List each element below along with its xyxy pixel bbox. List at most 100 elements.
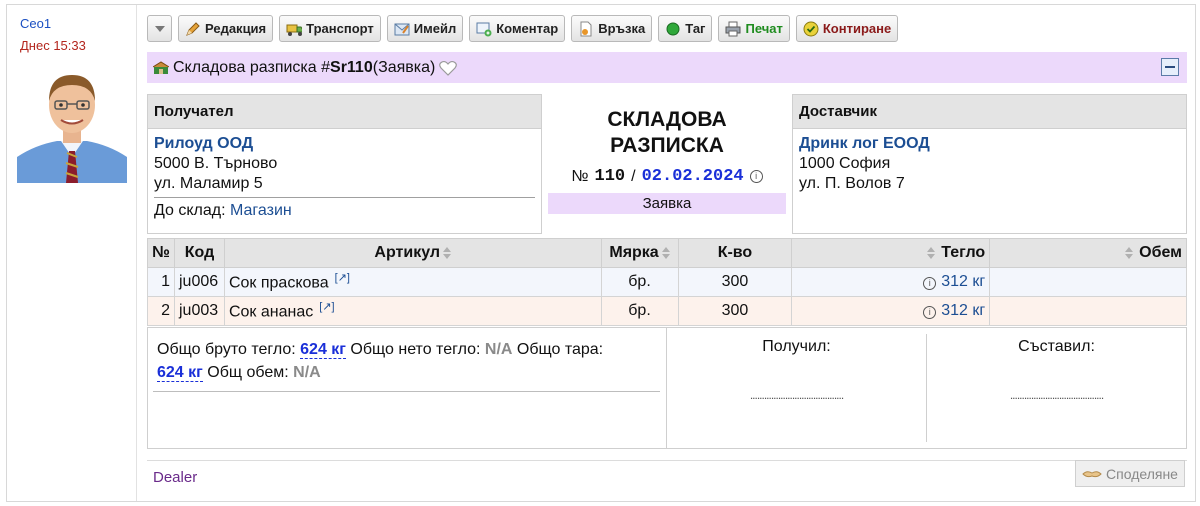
destination-store: До склад: Магазин [148, 198, 541, 220]
recipient-address2: ул. Маламир 5 [154, 175, 263, 192]
sort-icon [1125, 246, 1134, 259]
document-title-line1: СКЛАДОВА [607, 108, 727, 131]
transport-button[interactable]: Транспорт [279, 15, 381, 42]
supplier-header: Доставчик [793, 95, 1186, 129]
sort-icon [661, 246, 670, 259]
received-signature: Получил: ...............................… [667, 328, 926, 448]
col-header-unit-label: Мярка [609, 244, 659, 261]
author-name[interactable]: Ceo1 [20, 16, 51, 31]
col-header-code: Код [173, 238, 225, 268]
article-name: Сок ананас [228, 303, 314, 321]
row-no: 2 [147, 296, 175, 326]
email-icon [394, 21, 410, 37]
totals-divider [153, 391, 660, 392]
col-header-article[interactable]: Артикул [223, 238, 602, 268]
col-header-volume-label: Обем [1139, 244, 1182, 261]
weight-value: 312 кг [941, 302, 986, 319]
row-weight: i 312 кг [791, 296, 991, 326]
heart-icon[interactable] [439, 60, 458, 76]
totals-signatures-box: Общо бруто тегло: 624 кг Общо нето тегло… [147, 327, 1187, 449]
row-code: ju003 [173, 296, 225, 326]
tare-label: Общо тара: [512, 341, 604, 358]
title-code: Sr110 [330, 58, 373, 76]
info-icon[interactable]: i [923, 306, 937, 319]
row-code: ju006 [173, 267, 225, 297]
edit-button-label: Редакция [205, 21, 267, 36]
supplier-address1: 1000 София [799, 155, 891, 172]
contir-button-label: Контиране [822, 21, 892, 36]
document-header: Получател Рилоуд ООД 5000 В. Търново ул.… [147, 94, 1187, 234]
info-icon[interactable]: i [749, 170, 763, 183]
tare-value: 624 кг [157, 364, 203, 382]
printer-icon [725, 21, 741, 37]
recipient-address1: 5000 В. Търново [154, 155, 278, 172]
minus-icon [1165, 66, 1175, 68]
volume-value: N/A [293, 364, 321, 381]
totals-summary: Общо бруто тегло: 624 кг Общо нето тегло… [157, 338, 657, 384]
comment-button[interactable]: Коментар [469, 15, 566, 42]
volume-label: Общ обем: [202, 364, 294, 381]
contir-button[interactable]: Контиране [795, 15, 899, 42]
main-content: Редакция Транспорт Имейл Коментар Връзка… [147, 5, 1187, 501]
supplier-name[interactable]: Дринк лог ЕООД [793, 129, 1186, 153]
row-qty: 300 [677, 267, 793, 297]
external-link-icon[interactable]: [↗] [319, 301, 334, 313]
store-link[interactable]: Магазин [230, 202, 292, 219]
dealer-link[interactable]: Dealer [153, 469, 197, 486]
document-info: СКЛАДОВА РАЗПИСКА № 110 / 02.02.2024 i З… [542, 94, 792, 234]
document-number: 110 [594, 167, 626, 186]
gross-weight-label: Общо бруто тегло: [157, 341, 301, 358]
table-header-row: № Код Артикул Мярка К-во Тегло Обем [147, 238, 1187, 268]
article-name: Сок праскова [228, 274, 329, 292]
info-icon[interactable]: i [923, 277, 937, 290]
tag-button[interactable]: Таг [658, 15, 713, 42]
row-unit: бр. [600, 267, 679, 297]
collapse-button[interactable] [1161, 58, 1179, 76]
row-article: Сок праскова [↗] [223, 267, 602, 297]
author-panel: Ceo1 Днес 15:33 [7, 5, 137, 501]
col-header-qty: К-во [677, 238, 793, 268]
link-button-label: Връзка [598, 21, 646, 36]
tag-button-label: Таг [685, 21, 706, 36]
share-button-label: Споделяне [1106, 465, 1178, 482]
row-weight: i 312 кг [791, 267, 991, 297]
email-button[interactable]: Имейл [386, 15, 464, 42]
row-no: 1 [147, 267, 175, 297]
row-article: Сок ананас [↗] [223, 296, 602, 326]
truck-icon [286, 21, 303, 37]
handshake-icon [1082, 468, 1102, 480]
pencil-icon [185, 21, 201, 37]
comment-icon [476, 21, 492, 37]
net-weight-label: Общо нето тегло: [345, 341, 485, 358]
supplier-block: Доставчик Дринк лог ЕООД 1000 София ул. … [792, 94, 1187, 234]
link-button[interactable]: Връзка [571, 15, 653, 42]
external-link-icon[interactable]: [↗] [335, 272, 350, 284]
warehouse-icon [153, 60, 169, 75]
document-number-line: № 110 / 02.02.2024 i [542, 167, 792, 186]
footer-divider [147, 460, 1187, 461]
items-table: № Код Артикул Мярка К-во Тегло Обем 1 ju… [147, 238, 1187, 326]
col-header-article-label: Артикул [374, 244, 441, 261]
recipient-name[interactable]: Рилоуд ООД [148, 129, 541, 153]
composed-label: Съставил: [1018, 338, 1095, 355]
share-button[interactable]: Споделяне [1075, 460, 1185, 487]
status-badge: Заявка [548, 193, 786, 214]
comment-button-label: Коментар [496, 21, 559, 36]
check-circle-icon [803, 21, 819, 37]
store-label: До склад: [154, 202, 230, 219]
col-header-no: № [147, 238, 175, 268]
col-header-unit[interactable]: Мярка [600, 238, 679, 268]
table-row: 1 ju006 Сок праскова [↗] бр. 300 i 312 кг [147, 267, 1187, 297]
row-qty: 300 [677, 296, 793, 326]
print-button[interactable]: Печат [718, 15, 790, 42]
sort-icon [443, 246, 452, 259]
net-weight-value: N/A [484, 341, 513, 358]
col-header-weight[interactable]: Тегло [791, 238, 991, 268]
email-button-label: Имейл [413, 21, 457, 36]
col-header-volume[interactable]: Обем [989, 238, 1187, 268]
document-title: СКЛАДОВА РАЗПИСКА [542, 107, 792, 159]
more-dropdown-button[interactable] [147, 15, 172, 42]
edit-button[interactable]: Редакция [178, 15, 274, 42]
weight-value: 312 кг [941, 273, 986, 290]
number-separator: / [631, 167, 636, 185]
